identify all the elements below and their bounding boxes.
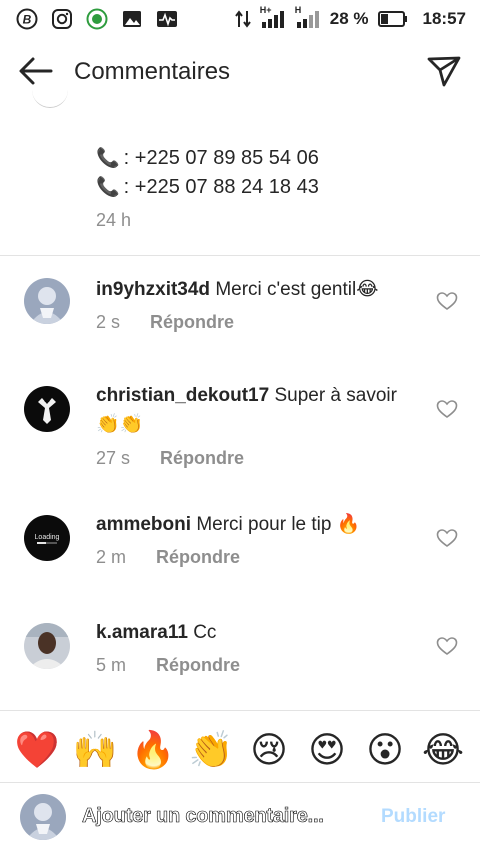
signal-icon: H+ xyxy=(260,5,286,29)
reply-button[interactable]: Répondre xyxy=(156,547,240,568)
heart-icon[interactable] xyxy=(436,399,458,419)
comment-body: Cc xyxy=(193,622,217,643)
caption-phone-line: 📞 : +225 07 88 24 18 43 xyxy=(96,175,319,199)
send-icon[interactable] xyxy=(426,54,462,88)
emoji-raised-hands-button[interactable]: 🙌 xyxy=(71,728,119,772)
comment-meta: 5 m Répondre xyxy=(96,655,240,676)
comment-username[interactable]: k.amara11 xyxy=(96,622,188,643)
emoji-clap-button[interactable]: 👏 xyxy=(187,728,235,772)
divider xyxy=(0,710,480,711)
gallery-icon xyxy=(121,8,143,30)
caption-phone-line: 📞 : +225 07 89 85 54 06 xyxy=(96,146,319,170)
comment-text: ammeboni Merci pour le tip 🔥 xyxy=(96,510,416,539)
emoji-crying-button[interactable]: 😢 xyxy=(245,728,293,772)
post-caption: 📞 : +225 07 89 85 54 06 📞 : +225 07 88 2… xyxy=(0,104,480,256)
comment-meta: 27 s Répondre xyxy=(96,448,244,469)
page-title: Commentaires xyxy=(74,58,231,85)
network-type-label: H+ xyxy=(259,5,272,15)
comment-text: k.amara11 Cc xyxy=(96,618,416,647)
reply-button[interactable]: Répondre xyxy=(160,448,244,469)
heart-icon[interactable] xyxy=(436,528,458,548)
comment-text: christian_dekout17 Super à savoir 👏👏 xyxy=(96,381,416,439)
caption-timestamp: 24 h xyxy=(96,210,132,230)
phone-icon: 📞 xyxy=(96,177,120,198)
emoji-heart-button[interactable]: ❤️ xyxy=(13,728,61,772)
comment-text: in9yhzxit34d Merci c'est gentil😂 xyxy=(96,275,416,304)
comment-time: 27 s xyxy=(96,448,131,468)
phone-number: : +225 07 89 85 54 06 xyxy=(123,146,319,169)
avatar[interactable] xyxy=(24,278,70,324)
signal-icon: H xyxy=(295,5,321,29)
divider xyxy=(0,782,480,783)
pulse-icon xyxy=(156,8,178,30)
svg-text:B: B xyxy=(23,13,32,27)
reply-button[interactable]: Répondre xyxy=(156,655,240,676)
heart-icon[interactable] xyxy=(436,636,458,656)
comment-input[interactable]: Ajouter un commentaire... xyxy=(82,805,325,828)
emoji-laughing-button[interactable]: 😂 xyxy=(419,728,467,772)
comment-body: Merci pour le tip 🔥 xyxy=(196,514,361,535)
instagram-icon xyxy=(51,8,73,30)
phone-icon: 📞 xyxy=(96,148,120,169)
emoji-surprised-button[interactable]: 😮 xyxy=(361,728,409,772)
comment-meta: 2 m Répondre xyxy=(96,547,240,568)
network-type-label: H xyxy=(294,5,302,15)
heart-icon[interactable] xyxy=(436,291,458,311)
b-circle-icon: B xyxy=(16,8,38,30)
avatar[interactable] xyxy=(24,386,70,432)
divider xyxy=(0,255,480,256)
comment-username[interactable]: in9yhzxit34d xyxy=(96,279,210,300)
comment-input-bar: Ajouter un commentaire... Publier xyxy=(0,788,480,850)
status-bar: B H+ H 28 % 18:57 xyxy=(0,0,480,38)
emoji-quick-bar: ❤️ 🙌 🔥 👏 😢 😍 😮 😂 xyxy=(0,718,480,782)
comment-time: 2 m xyxy=(96,547,127,567)
reply-button[interactable]: Répondre xyxy=(150,312,234,333)
comment-time: 5 m xyxy=(96,655,127,675)
avatar[interactable]: Loading xyxy=(24,515,70,561)
publish-button[interactable]: Publier xyxy=(381,806,445,828)
emoji-heart-eyes-button[interactable]: 😍 xyxy=(303,728,351,772)
clock: 18:57 xyxy=(422,9,466,28)
data-transfer-icon xyxy=(234,9,251,29)
comment-time: 2 s xyxy=(96,312,121,332)
comment-body: Merci c'est gentil😂 xyxy=(215,279,379,300)
comment-username[interactable]: christian_dekout17 xyxy=(96,385,269,406)
phone-number: : +225 07 88 24 18 43 xyxy=(123,175,319,198)
avatar xyxy=(20,794,66,840)
comment-username[interactable]: ammeboni xyxy=(96,514,191,535)
battery-icon xyxy=(377,10,408,28)
comment-meta: 2 s Répondre xyxy=(96,312,234,333)
app-header: Commentaires xyxy=(0,40,480,104)
avatar xyxy=(32,82,68,108)
whatsapp-business-icon xyxy=(86,8,108,30)
battery-percent: 28 % xyxy=(329,9,369,28)
avatar-text: Loading xyxy=(35,534,60,541)
emoji-fire-button[interactable]: 🔥 xyxy=(129,728,177,772)
avatar[interactable] xyxy=(24,623,70,669)
